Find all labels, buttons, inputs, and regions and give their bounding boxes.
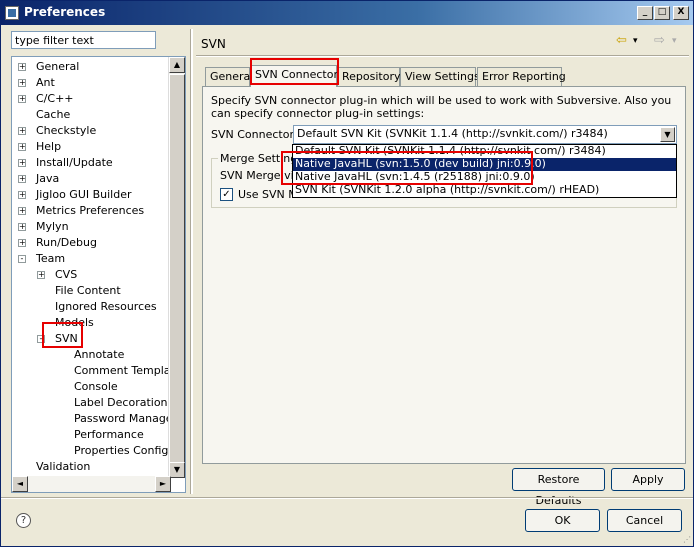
expand-icon[interactable]: + [18, 63, 26, 71]
restore-defaults-button[interactable]: Restore Defaults [512, 468, 605, 507]
tree-item-label: Ant [36, 76, 55, 89]
tree-item-label: Java [36, 172, 60, 185]
title-bar[interactable]: Preferences _ □ X [1, 1, 693, 25]
tab-error-reporting[interactable]: Error Reporting [477, 67, 566, 86]
app-icon [5, 6, 19, 20]
expand-icon[interactable]: + [18, 143, 26, 151]
apply-button[interactable]: Apply [611, 468, 685, 491]
preferences-window: Preferences _ □ X + General + Ant + C/C++ Cach… [0, 0, 694, 547]
tab-view-settings[interactable]: View Settings [400, 67, 480, 86]
expand-icon[interactable]: + [37, 271, 45, 279]
tree-item-label: Performance [74, 428, 144, 441]
tree-item-label: Console [74, 380, 118, 393]
expand-icon[interactable]: + [18, 159, 26, 167]
expand-icon[interactable]: + [18, 223, 26, 231]
use-svn-merge-checkbox[interactable]: ✓ [220, 188, 233, 201]
tab-general[interactable]: General [205, 67, 253, 86]
tree-vertical-scrollbar[interactable]: ▲ ▼ [168, 57, 185, 478]
collapse-icon[interactable]: - [18, 255, 26, 263]
maximize-button[interactable]: □ [654, 6, 670, 20]
help-icon[interactable]: ? [16, 513, 31, 528]
tab-repository[interactable]: Repository [337, 67, 401, 86]
filter-input[interactable] [11, 31, 156, 49]
scroll-left-arrow[interactable]: ◄ [12, 476, 28, 492]
expand-icon[interactable]: + [18, 239, 26, 247]
tree-item-label: Validation [36, 460, 91, 473]
tree-item-label: Mylyn [36, 220, 69, 233]
expand-icon[interactable]: + [18, 191, 26, 199]
tree-item-label: Help [36, 140, 62, 153]
preference-tree[interactable]: + General + Ant + C/C++ Cache + Checkstyle + Help +… [11, 56, 186, 493]
title-separator [196, 55, 689, 57]
panel-divider[interactable] [190, 29, 193, 494]
dropdown-option[interactable]: SVN Kit (SVNKit 1.2.0 alpha (http://svnk… [293, 184, 676, 197]
forward-arrow-icon[interactable]: ⇨ [654, 33, 665, 48]
svn-connector-label: SVN Connector: [211, 128, 298, 141]
tree-item-label: Metrics Preferences [36, 204, 145, 217]
dropdown-option[interactable]: Native JavaHL (svn:1.4.5 (r25188) jni:0.… [293, 171, 676, 184]
cancel-button[interactable]: Cancel [607, 509, 682, 532]
minimize-button[interactable]: _ [637, 6, 653, 20]
forward-menu-icon[interactable]: ▾ [672, 36, 677, 46]
expand-icon[interactable]: + [18, 175, 26, 183]
tree-item-label: File Content [55, 284, 121, 297]
tree-item-label: Password Managem [74, 412, 184, 425]
resize-grip-icon[interactable]: ⋰ [683, 535, 691, 544]
tree-item-label: Jigloo GUI Builder [36, 188, 132, 201]
expand-icon[interactable]: + [18, 207, 26, 215]
expand-icon[interactable]: + [18, 95, 26, 103]
expand-icon[interactable]: + [18, 79, 26, 87]
tree-item-label: SVN [55, 332, 78, 345]
tab-svn-connector[interactable]: SVN Connector [250, 65, 338, 87]
tree-item-label: Team [36, 252, 66, 265]
tree-item-label: Ignored Resources [55, 300, 157, 313]
tree-item-label: Cache [36, 108, 71, 121]
tree-item-label: Run/Debug [36, 236, 97, 249]
page-navigation: ⇦ ▾ ⇨ ▾ [616, 33, 686, 51]
scroll-up-arrow[interactable]: ▲ [169, 57, 185, 73]
collapse-icon[interactable]: - [37, 335, 45, 343]
scroll-thumb[interactable] [169, 74, 185, 464]
tree-item-label: Install/Update [36, 156, 113, 169]
page-title: SVN [201, 37, 226, 51]
tree-item-label: Label Decorations [74, 396, 174, 409]
tree-horizontal-scrollbar[interactable]: ◄ ► [12, 476, 171, 492]
back-arrow-icon[interactable]: ⇦ [616, 33, 627, 48]
svn-connector-panel: Specify SVN connector plug-in which will… [202, 86, 686, 464]
dropdown-option[interactable]: Native JavaHL (svn:1.5.0 (dev build) jni… [293, 158, 676, 171]
window-title: Preferences [24, 5, 106, 19]
tree-item-label: General [36, 60, 80, 73]
tree-item-label: Checkstyle [36, 124, 97, 137]
ok-button[interactable]: OK [525, 509, 600, 532]
scroll-right-arrow[interactable]: ► [155, 476, 171, 492]
chevron-down-icon[interactable]: ▼ [660, 127, 675, 142]
back-menu-icon[interactable]: ▾ [633, 36, 638, 46]
dropdown-option[interactable]: Default SVN Kit (SVNKit 1.1.4 (http://sv… [293, 145, 676, 158]
svn-connector-dropdown[interactable]: Default SVN Kit (SVNKit 1.1.4 (http://sv… [292, 144, 677, 198]
svn-connector-selected: Default SVN Kit (SVNKit 1.1.4 (http://sv… [297, 127, 608, 140]
tree-item-label: Models [55, 316, 94, 329]
bottom-separator [1, 497, 693, 499]
tree-item-label: CVS [55, 268, 78, 281]
close-button[interactable]: X [673, 6, 689, 20]
tree-item-label: Annotate [74, 348, 125, 361]
connector-description: Specify SVN connector plug-in which will… [211, 94, 672, 120]
tree-item-label: C/C++ [36, 92, 74, 105]
scroll-down-arrow[interactable]: ▼ [169, 462, 185, 478]
svn-connector-combo[interactable]: Default SVN Kit (SVNKit 1.1.4 (http://sv… [293, 125, 677, 144]
expand-icon[interactable]: + [18, 127, 26, 135]
